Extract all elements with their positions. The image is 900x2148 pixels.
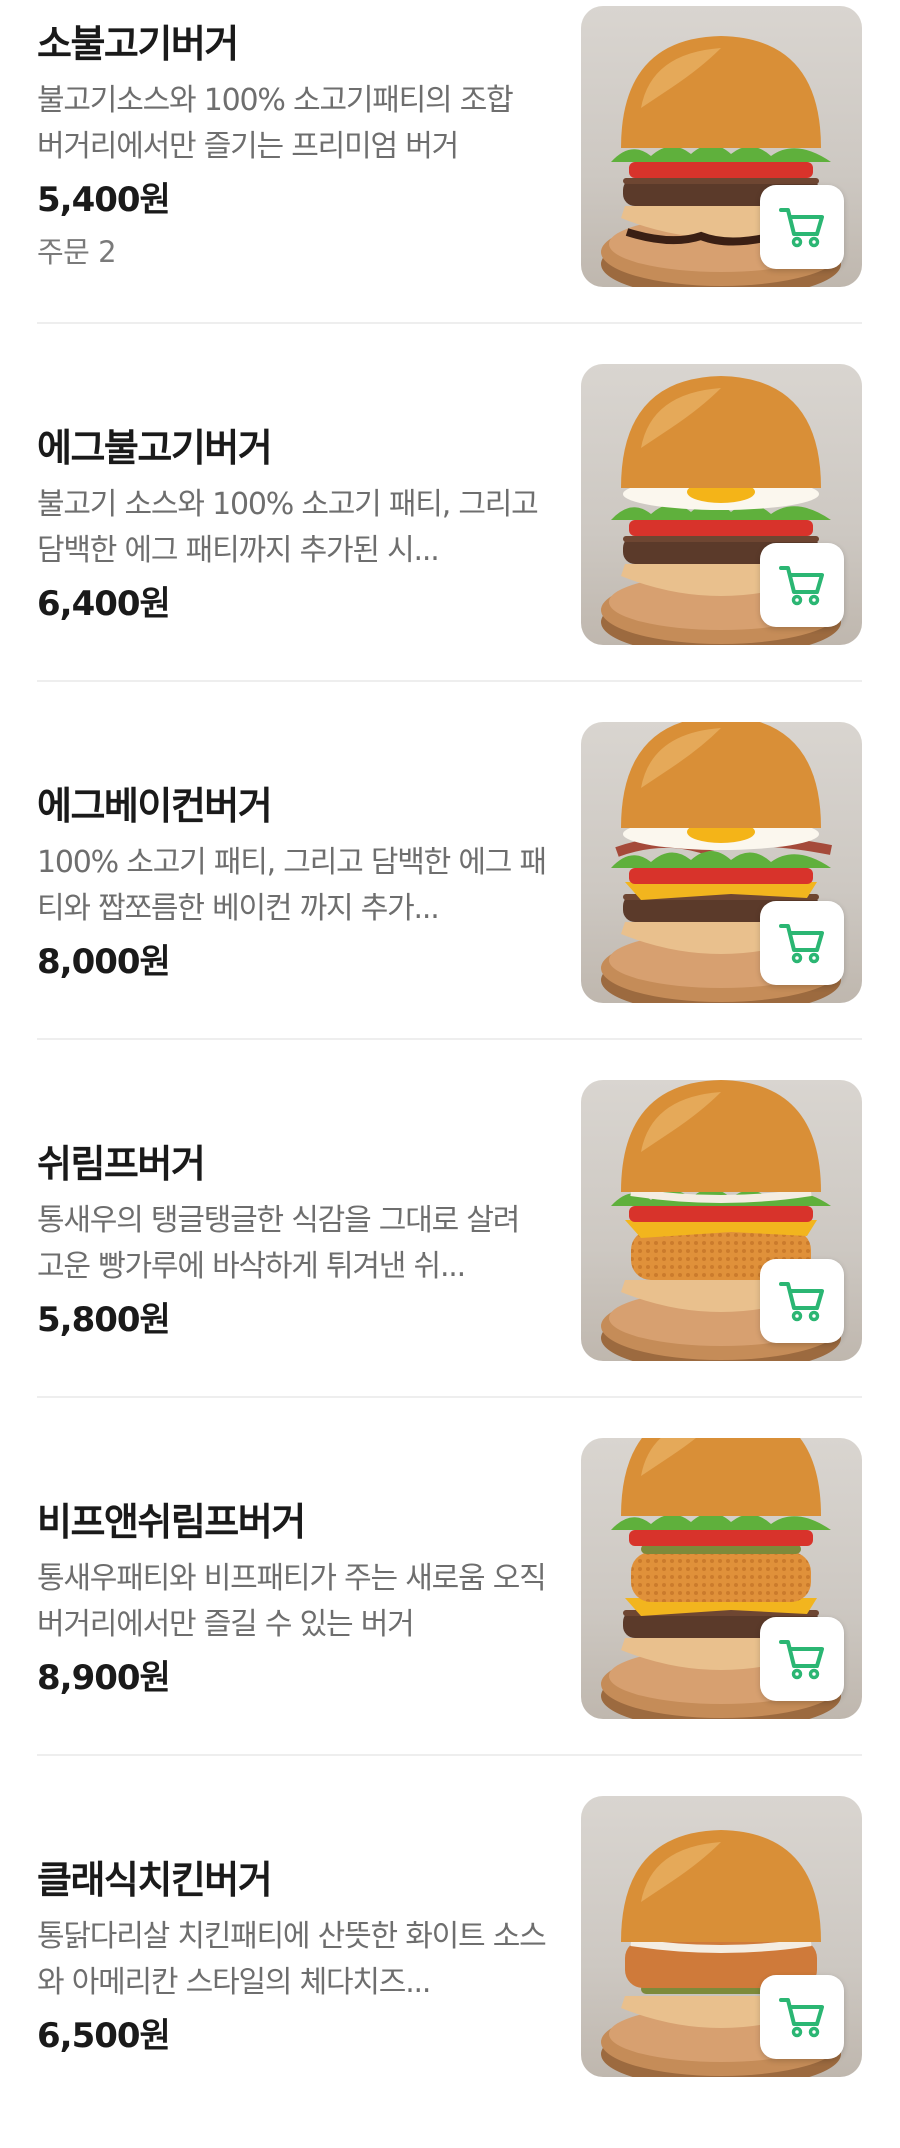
menu-item-description: 통새우패티와 비프패티가 주는 새로움 오직 버거리에서만 즐길 수 있는 버거 [37, 1561, 547, 1642]
menu-item-name: 비프앤쉬림프버거 [37, 1500, 306, 1544]
menu-item-name: 소불고기버거 [37, 22, 239, 66]
divider [37, 1038, 862, 1040]
menu-item-description: 불고기소스와 100% 소고기패티의 조합 버거리에서만 즐기는 프리미엄 버거 [37, 83, 514, 164]
divider [37, 1396, 862, 1398]
burger-image[interactable] [581, 722, 862, 1003]
add-to-cart-button[interactable] [760, 1617, 844, 1701]
menu-item-description: 100% 소고기 패티, 그리고 담백한 에그 패티와 짭쪼름한 베이컨 까지 … [37, 845, 547, 926]
menu-item-price: 6,500원 [37, 2016, 171, 2056]
add-to-cart-button[interactable] [760, 543, 844, 627]
menu-item[interactable]: 쉬림프버거통새우의 탱글탱글한 식감을 그대로 살려 고운 빵가루에 바삭하게 … [0, 1074, 900, 1432]
menu-item[interactable]: 클래식치킨버거통닭다리살 치킨패티에 산뜻한 화이트 소스와 아메리칸 스타일의… [0, 1790, 900, 2148]
cart-icon [779, 1280, 825, 1322]
menu-item-order-count: 주문 2 [37, 235, 117, 269]
menu-item-info: 클래식치킨버거통닭다리살 치킨패티에 산뜻한 화이트 소스와 아메리칸 스타일의… [37, 1856, 547, 2060]
menu-item-info: 소불고기버거불고기소스와 100% 소고기패티의 조합 버거리에서만 즐기는 프… [37, 20, 547, 272]
cart-icon [779, 1996, 825, 2038]
cart-icon [779, 1638, 825, 1680]
cart-icon [779, 922, 825, 964]
menu-item-description: 불고기 소스와 100% 소고기 패티, 그리고 담백한 에그 패티까지 추가된… [37, 487, 539, 568]
divider [37, 322, 862, 324]
menu-item-description: 통닭다리살 치킨패티에 산뜻한 화이트 소스와 아메리칸 스타일의 체다치즈..… [37, 1919, 547, 2000]
menu-item-price: 6,400원 [37, 584, 171, 624]
menu-item-price: 5,800원 [37, 1300, 171, 1340]
add-to-cart-button[interactable] [760, 1975, 844, 2059]
menu-item-name: 클래식치킨버거 [37, 1858, 273, 1902]
menu-item-price: 8,900원 [37, 1658, 171, 1698]
menu-item-info: 쉬림프버거통새우의 탱글탱글한 식감을 그대로 살려 고운 빵가루에 바삭하게 … [37, 1140, 547, 1344]
menu-item-name: 에그불고기버거 [37, 426, 273, 470]
menu-item[interactable]: 에그베이컨버거 100% 소고기 패티, 그리고 담백한 에그 패티와 짭쪼름한 … [0, 716, 900, 1074]
menu-item-name: 에그베이컨버거 [37, 784, 273, 828]
burger-image[interactable] [581, 6, 862, 287]
burger-image[interactable] [581, 1796, 862, 2077]
add-to-cart-button[interactable] [760, 185, 844, 269]
menu-item-description: 통새우의 탱글탱글한 식감을 그대로 살려 고운 빵가루에 바삭하게 튀겨낸 쉬… [37, 1203, 520, 1284]
divider [37, 680, 862, 682]
divider [37, 1754, 862, 1756]
burger-image[interactable] [581, 364, 862, 645]
menu-item[interactable]: 소불고기버거불고기소스와 100% 소고기패티의 조합 버거리에서만 즐기는 프… [0, 0, 900, 358]
burger-image[interactable] [581, 1080, 862, 1361]
cart-icon [779, 206, 825, 248]
menu-list: 소불고기버거불고기소스와 100% 소고기패티의 조합 버거리에서만 즐기는 프… [0, 0, 900, 2077]
menu-item-price: 5,400원 [37, 180, 171, 220]
menu-item-info: 에그베이컨버거 100% 소고기 패티, 그리고 담백한 에그 패티와 짭쪼름한 … [37, 782, 547, 986]
add-to-cart-button[interactable] [760, 1259, 844, 1343]
menu-item[interactable]: 에그불고기버거불고기 소스와 100% 소고기 패티, 그리고 담백한 에그 패… [0, 358, 900, 716]
burger-image[interactable] [581, 1438, 862, 1719]
menu-item-info: 비프앤쉬림프버거통새우패티와 비프패티가 주는 새로움 오직 버거리에서만 즐길… [37, 1498, 547, 1702]
menu-item-price: 8,000원 [37, 942, 171, 982]
menu-item[interactable]: 비프앤쉬림프버거통새우패티와 비프패티가 주는 새로움 오직 버거리에서만 즐길… [0, 1432, 900, 1790]
menu-item-name: 쉬림프버거 [37, 1142, 206, 1186]
cart-icon [779, 564, 825, 606]
menu-item-info: 에그불고기버거불고기 소스와 100% 소고기 패티, 그리고 담백한 에그 패… [37, 424, 547, 628]
add-to-cart-button[interactable] [760, 901, 844, 985]
